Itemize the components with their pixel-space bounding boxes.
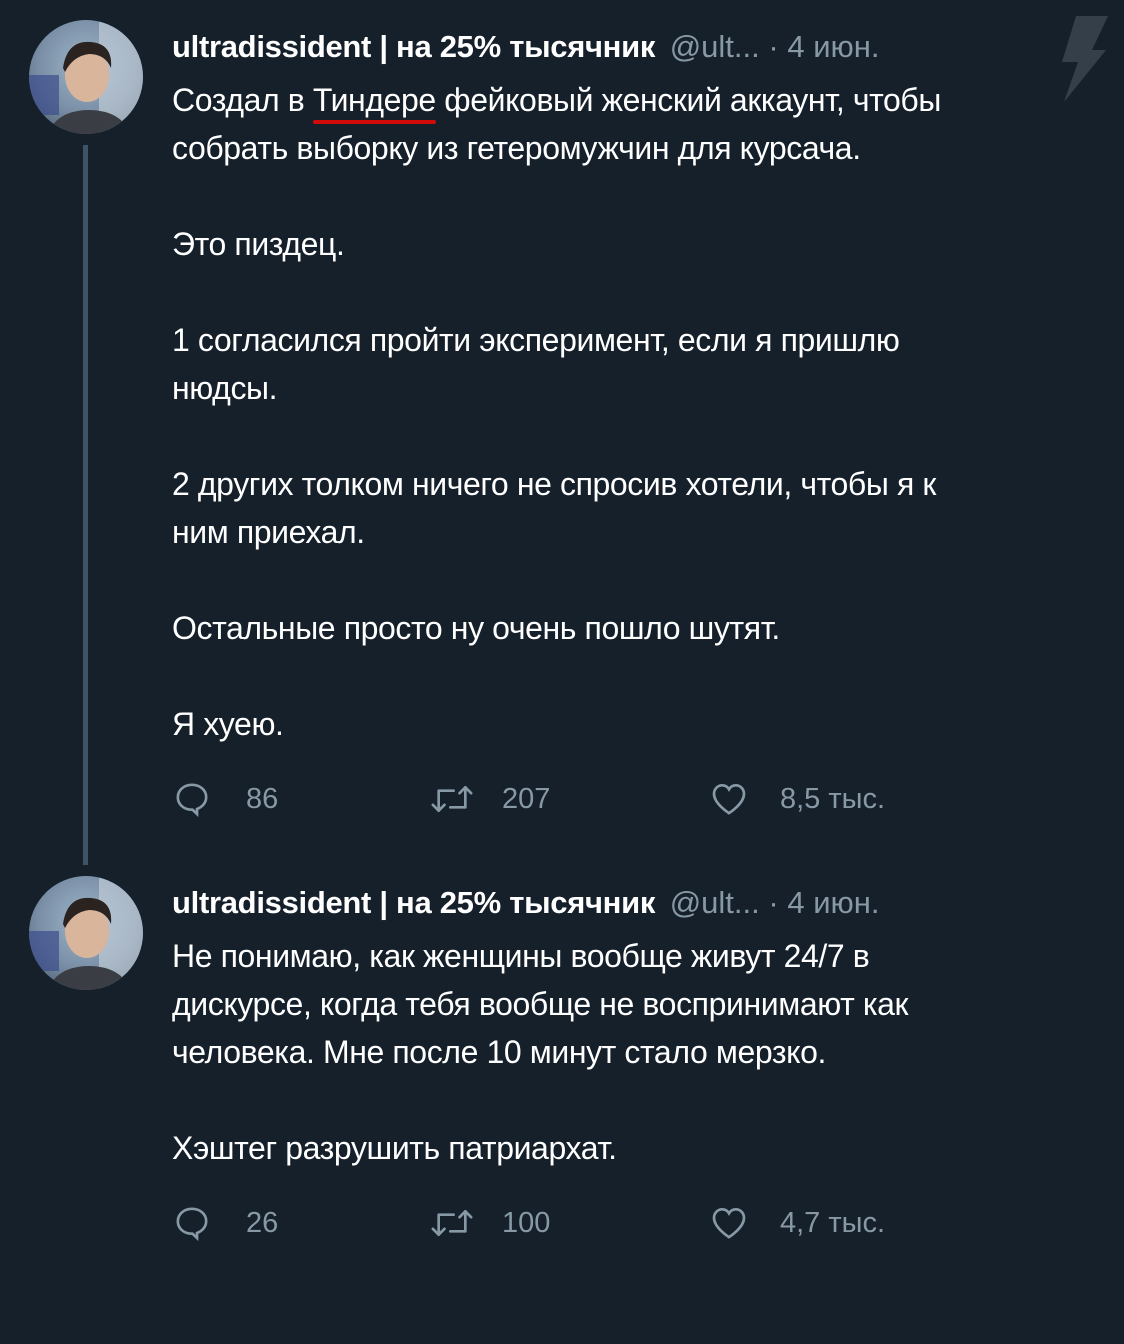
like-button[interactable]: 4,7 тыс. (708, 1198, 885, 1248)
retweet-button[interactable]: 207 (428, 774, 550, 824)
retweet-arrows-icon (431, 786, 473, 812)
text-line: человека. Мне после 10 минут стало мерзк… (172, 1034, 826, 1070)
separator-dot: · (768, 885, 779, 920)
avatar[interactable] (29, 876, 143, 990)
reply-count: 86 (246, 782, 279, 815)
underlined-word: Тиндере (312, 82, 436, 118)
reply-count: 26 (246, 1206, 279, 1239)
text-line: Хэштег разрушить патриархат. (172, 1130, 617, 1166)
text-line: Я хуею. (172, 706, 284, 742)
retweet-button[interactable]: 100 (428, 1198, 550, 1248)
reply-button[interactable]: 26 (172, 1198, 278, 1248)
text-line: Не понимаю, как женщины вообще живут 24/… (172, 938, 870, 974)
text-line: 2 других толком ничего не спросив хотели… (172, 466, 936, 502)
text-line: Создал в Тиндере фейковый женский аккаун… (172, 82, 941, 118)
tweet-header: ultradissident | на 25% тысячник @ult...… (172, 883, 880, 923)
heart-outline-icon (712, 1207, 746, 1239)
reply-button[interactable]: 86 (172, 774, 278, 824)
text-line: Это пиздец. (172, 226, 345, 262)
thread-line (83, 145, 88, 865)
tweet-1[interactable]: ultradissident | на 25% тысячник @ult...… (0, 0, 1124, 868)
like-count: 8,5 тыс. (780, 782, 886, 815)
display-name[interactable]: ultradissident | на 25% тысячник (172, 885, 655, 920)
comment-bubble-icon (176, 783, 208, 818)
handle[interactable]: @ult... (670, 885, 760, 920)
handle[interactable]: @ult... (670, 29, 760, 64)
like-count: 4,7 тыс. (780, 1206, 886, 1239)
retweet-count: 100 (502, 1206, 551, 1239)
text-line: дискурсе, когда тебя вообще не восприним… (172, 986, 909, 1022)
separator-dot: · (768, 29, 779, 64)
text-line: ним приехал. (172, 514, 365, 550)
tweet-actions: 26 100 4,7 тыс. (172, 1198, 932, 1248)
tweet-text: Создал в Тиндере фейковый женский аккаун… (172, 76, 1072, 748)
retweet-count: 207 (502, 782, 551, 815)
text-line: собрать выборку из гетеромужчин для курс… (172, 130, 861, 166)
lightning-bolt-icon (1062, 16, 1108, 102)
comment-bubble-icon (176, 1207, 208, 1242)
tweet-header: ultradissident | на 25% тысячник @ult...… (172, 27, 880, 67)
avatar[interactable] (29, 20, 143, 134)
tweet-text: Не понимаю, как женщины вообще живут 24/… (172, 932, 1072, 1344)
tweet-date[interactable]: 4 июн. (787, 885, 879, 920)
display-name[interactable]: ultradissident | на 25% тысячник (172, 29, 655, 64)
retweet-arrows-icon (431, 1210, 473, 1236)
like-button[interactable]: 8,5 тыс. (708, 774, 885, 824)
text-line: нюдсы. (172, 370, 278, 406)
tweet-actions: 86 207 8,5 тыс. (172, 774, 932, 824)
heart-outline-icon (712, 783, 746, 815)
tweet-date[interactable]: 4 июн. (787, 29, 879, 64)
text-line: 1 согласился пройти эксперимент, если я … (172, 322, 900, 358)
text-line: Остальные просто ну очень пошло шутят. (172, 610, 780, 646)
